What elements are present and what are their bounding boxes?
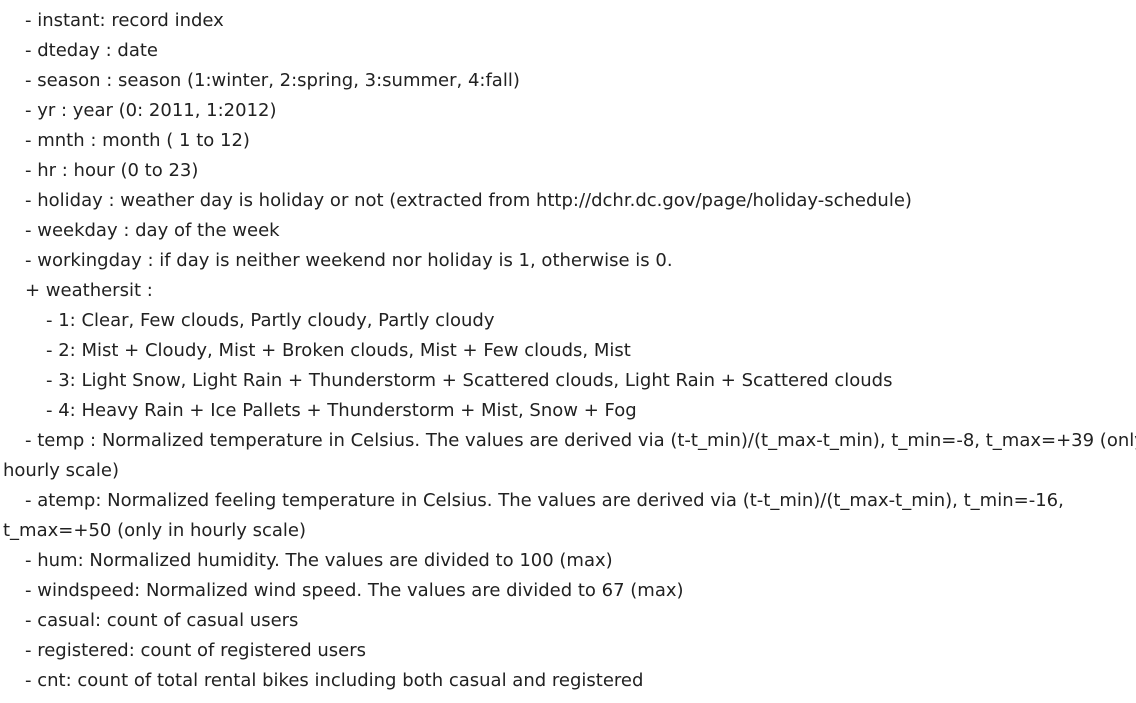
field-registered: - registered: count of registered users [25,640,366,661]
field-description-document: - instant: record index - dteday : date … [3,6,1136,696]
field-mnth: - mnth : month ( 1 to 12) [25,130,250,151]
field-casual: - casual: count of casual users [25,610,299,631]
field-dteday: - dteday : date [25,40,158,61]
field-windspeed: - windspeed: Normalized wind speed. The … [25,580,684,601]
field-atemp-continued: t_max=+50 (only in hourly scale) [3,520,307,541]
field-weathersit: + weathersit : [25,280,153,301]
field-cnt: - cnt: count of total rental bikes inclu… [25,670,644,691]
field-weekday: - weekday : day of the week [25,220,280,241]
weathersit-option-3: - 3: Light Snow, Light Rain + Thundersto… [46,370,893,391]
field-temp: - temp : Normalized temperature in Celsi… [25,430,1136,451]
field-holiday: - holiday : weather day is holiday or no… [25,190,912,211]
weathersit-option-1: - 1: Clear, Few clouds, Partly cloudy, P… [46,310,495,331]
field-season: - season : season (1:winter, 2:spring, 3… [25,70,520,91]
field-yr: - yr : year (0: 2011, 1:2012) [25,100,277,121]
field-hum: - hum: Normalized humidity. The values a… [25,550,613,571]
field-hr: - hr : hour (0 to 23) [25,160,199,181]
field-instant: - instant: record index [25,10,224,31]
weathersit-option-4: - 4: Heavy Rain + Ice Pallets + Thunders… [46,400,637,421]
field-temp-continued: hourly scale) [3,460,120,481]
field-atemp: - atemp: Normalized feeling temperature … [25,490,1064,511]
field-workingday: - workingday : if day is neither weekend… [25,250,673,271]
weathersit-option-2: - 2: Mist + Cloudy, Mist + Broken clouds… [46,340,631,361]
